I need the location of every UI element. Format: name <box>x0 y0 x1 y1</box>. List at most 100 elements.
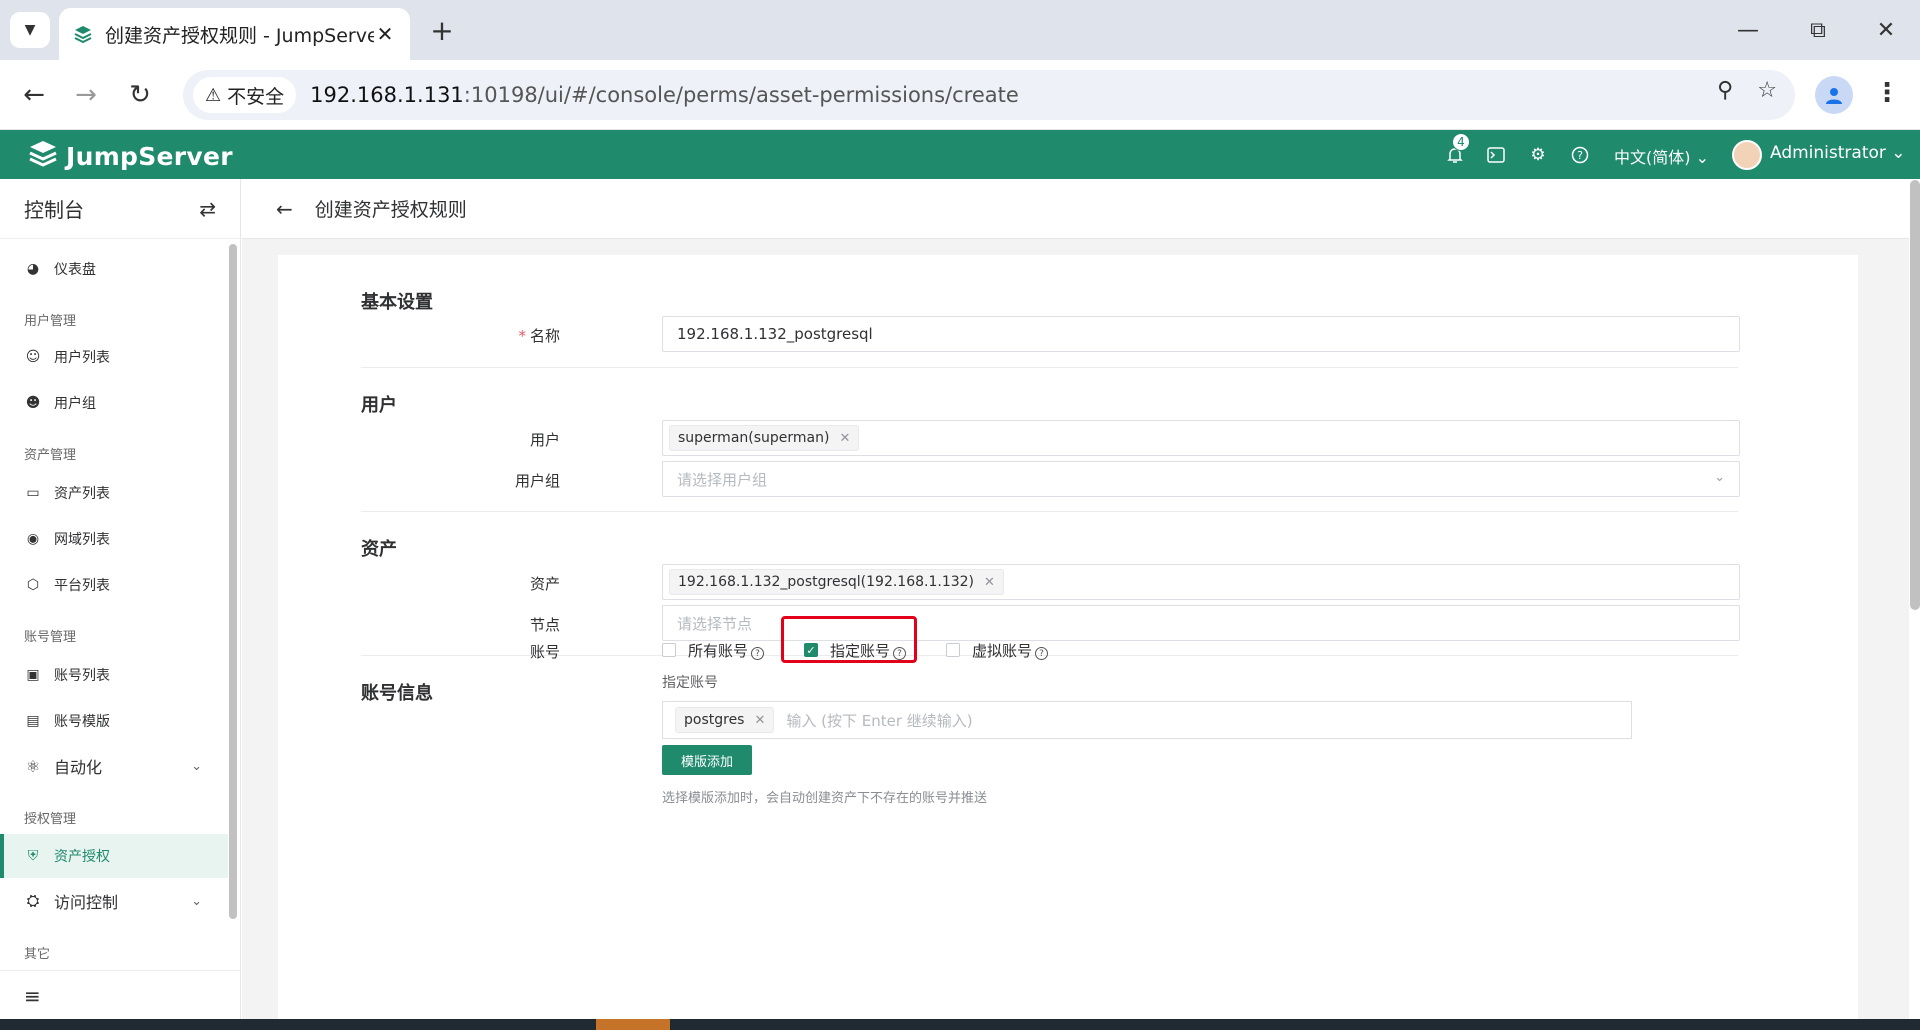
sidebar-item-dashboard[interactable]: ◕ 仪表盘 <box>0 247 228 291</box>
settings-gear-icon[interactable]: ⚙ <box>1527 144 1549 166</box>
sidebar-header: 控制台 ⇄ <box>0 179 240 239</box>
main-content: ← 创建资产授权规则 基本设置 * 名称 192.168.1.132_postgr… <box>242 179 1909 1019</box>
chevron-down-icon: ⌄ <box>191 893 202 909</box>
tab-search-chevron-icon[interactable]: ▼ <box>10 12 50 48</box>
url-host: 192.168.1.131 <box>310 83 464 107</box>
sidebar-item-user-list[interactable]: ☺ 用户列表 <box>0 335 228 379</box>
sidebar-item-account-list[interactable]: ▣ 账号列表 <box>0 653 228 697</box>
sidebar-item-account-template[interactable]: ▤ 账号模版 <box>0 699 228 743</box>
sidebar-item-user-group[interactable]: ☻ 用户组 <box>0 381 228 425</box>
sidebar-item-label: 账号列表 <box>54 668 110 684</box>
security-chip[interactable]: ⚠ 不安全 <box>193 77 297 113</box>
omnibox[interactable]: ⚠ 不安全 192.168.1.131:10198/ui/#/console/p… <box>183 70 1795 120</box>
main-scrollbar[interactable] <box>1910 180 1920 610</box>
sidebar: 控制台 ⇄ ◕ 仪表盘 用户管理 ☺ 用户列表 ☻ 用户组 资产管理 ▭ 资产列… <box>0 179 241 1019</box>
sidebar-item-access-control[interactable]: ⛭ 访问控制 ⌄ <box>0 879 228 923</box>
user-group-icon: ☻ <box>25 395 41 411</box>
page-header: ← 创建资产授权规则 <box>242 179 1909 239</box>
os-taskbar <box>0 1019 1920 1030</box>
specified-account-sublabel: 指定账号 <box>662 675 718 691</box>
forward-icon[interactable]: → <box>66 75 106 115</box>
url-text[interactable]: 192.168.1.131:10198/ui/#/console/perms/a… <box>310 83 1019 107</box>
app-header: JumpServer 4 ⚙ ? 中文(简体) ⌄ Administrator … <box>0 130 1920 179</box>
lock-icon: ▣ <box>26 667 40 683</box>
page-title: 创建资产授权规则 <box>314 199 467 221</box>
jumpserver-logo-icon <box>28 139 58 173</box>
account-label: 账号 <box>529 643 560 661</box>
zoom-icon[interactable]: ⚲ <box>1717 78 1733 103</box>
notification-badge: 4 <box>1452 133 1470 151</box>
all-accounts-label[interactable]: 所有账号? <box>688 640 765 661</box>
virtual-accounts-checkbox[interactable] <box>946 643 961 657</box>
jumpserver-favicon-icon <box>73 24 93 44</box>
sidebar-item-label: 账号模版 <box>54 714 110 730</box>
profile-avatar-icon[interactable] <box>1815 76 1853 114</box>
browser-menu-icon[interactable]: ⋮ <box>1874 78 1900 108</box>
new-tab-plus-icon[interactable]: + <box>424 12 460 48</box>
template-hint: 选择模版添加时，会自动创建资产下不存在的账号并推送 <box>662 791 988 806</box>
sidebar-group-assets: 资产管理 <box>24 448 77 463</box>
back-arrow-icon[interactable]: ← <box>276 197 293 221</box>
account-tag-input[interactable]: postgres ✕ 输入 (按下 Enter 继续输入) <box>662 701 1632 739</box>
monitor-icon: ▭ <box>26 485 40 501</box>
help-circle-icon[interactable]: ? <box>751 647 765 660</box>
chevron-down-icon: ⌄ <box>1891 143 1906 163</box>
back-icon[interactable]: ← <box>14 75 54 115</box>
user-name: Administrator <box>1770 143 1886 163</box>
svg-text:?: ? <box>1577 149 1583 162</box>
sidebar-item-label: 网域列表 <box>54 532 110 548</box>
sidebar-item-asset-list[interactable]: ▭ 资产列表 <box>0 471 228 515</box>
sidebar-scrollbar[interactable] <box>229 244 237 919</box>
access-control-icon: ⛭ <box>26 891 40 910</box>
sidebar-title: 控制台 <box>24 198 84 222</box>
reload-icon[interactable]: ↻ <box>120 75 160 115</box>
user-icon: ☺ <box>25 349 41 365</box>
bookmark-star-icon[interactable]: ☆ <box>1757 78 1777 103</box>
template-add-button[interactable]: 模版添加 <box>662 745 752 775</box>
user-avatar[interactable] <box>1732 140 1762 170</box>
virtual-accounts-label[interactable]: 虚拟账号? <box>972 640 1049 661</box>
location-pin-icon: ◉ <box>26 531 40 547</box>
tag-close-icon[interactable]: ✕ <box>754 713 765 728</box>
sidebar-item-asset-permission[interactable]: ⛨ 资产授权 <box>0 834 228 878</box>
automation-icon: ⚛ <box>25 756 41 776</box>
browser-address-bar: ← → ↻ ⚠ 不安全 192.168.1.131:10198/ui/#/con… <box>0 60 1920 130</box>
language-label: 中文(简体) <box>1614 148 1691 167</box>
dashboard-gauge-icon: ◕ <box>26 261 40 277</box>
browser-tab-active[interactable]: 创建资产授权规则 - JumpServer ✕ <box>59 8 410 60</box>
annotation-highlight-box <box>781 616 917 663</box>
sidebar-item-label: 自动化 <box>54 758 103 777</box>
sidebar-item-domain-list[interactable]: ◉ 网域列表 <box>0 517 228 561</box>
browser-tab-bar: ▼ 创建资产授权规则 - JumpServer ✕ + — ⧉ ✕ <box>0 0 1920 60</box>
all-accounts-checkbox[interactable] <box>662 643 676 657</box>
sidebar-item-automation[interactable]: ⚛ 自动化 ⌄ <box>0 744 228 788</box>
restore-icon[interactable]: ⧉ <box>1788 10 1848 50</box>
sidebar-item-label: 用户组 <box>54 396 96 412</box>
minimize-icon[interactable]: — <box>1718 10 1778 50</box>
sidebar-group-accounts: 账号管理 <box>24 630 77 645</box>
window-close-icon[interactable]: ✕ <box>1856 10 1916 50</box>
sidebar-item-label: 访问控制 <box>54 893 119 912</box>
sidebar-collapse-menu-icon[interactable]: ≡ <box>0 970 240 1020</box>
tab-close-icon[interactable]: ✕ <box>374 22 396 46</box>
sidebar-item-label: 仪表盘 <box>54 262 96 278</box>
shield-icon: ⛨ <box>27 848 39 864</box>
security-label: 不安全 <box>227 85 285 108</box>
help-icon[interactable]: ? <box>1569 144 1591 166</box>
sidebar-item-label: 用户列表 <box>54 350 110 366</box>
tab-title: 创建资产授权规则 - JumpServer <box>105 24 374 47</box>
sidebar-item-platform-list[interactable]: ⬡ 平台列表 <box>0 563 228 607</box>
help-circle-icon[interactable]: ? <box>1035 647 1049 660</box>
sidebar-group-perms: 授权管理 <box>24 812 77 827</box>
terminal-icon[interactable] <box>1485 144 1507 166</box>
sidebar-group-other: 其它 <box>24 947 51 962</box>
chevron-down-icon: ⌄ <box>191 758 202 774</box>
sidebar-group-users: 用户管理 <box>24 314 77 329</box>
app-logo[interactable]: JumpServer <box>28 139 233 173</box>
user-menu[interactable]: Administrator ⌄ <box>1770 143 1906 163</box>
taskbar-app[interactable] <box>596 1019 670 1030</box>
language-selector[interactable]: 中文(简体) ⌄ <box>1614 144 1709 168</box>
account-tag: postgres ✕ <box>675 707 775 733</box>
logo-text: JumpServer <box>66 141 233 171</box>
sidebar-switch-icon[interactable]: ⇄ <box>199 197 216 221</box>
